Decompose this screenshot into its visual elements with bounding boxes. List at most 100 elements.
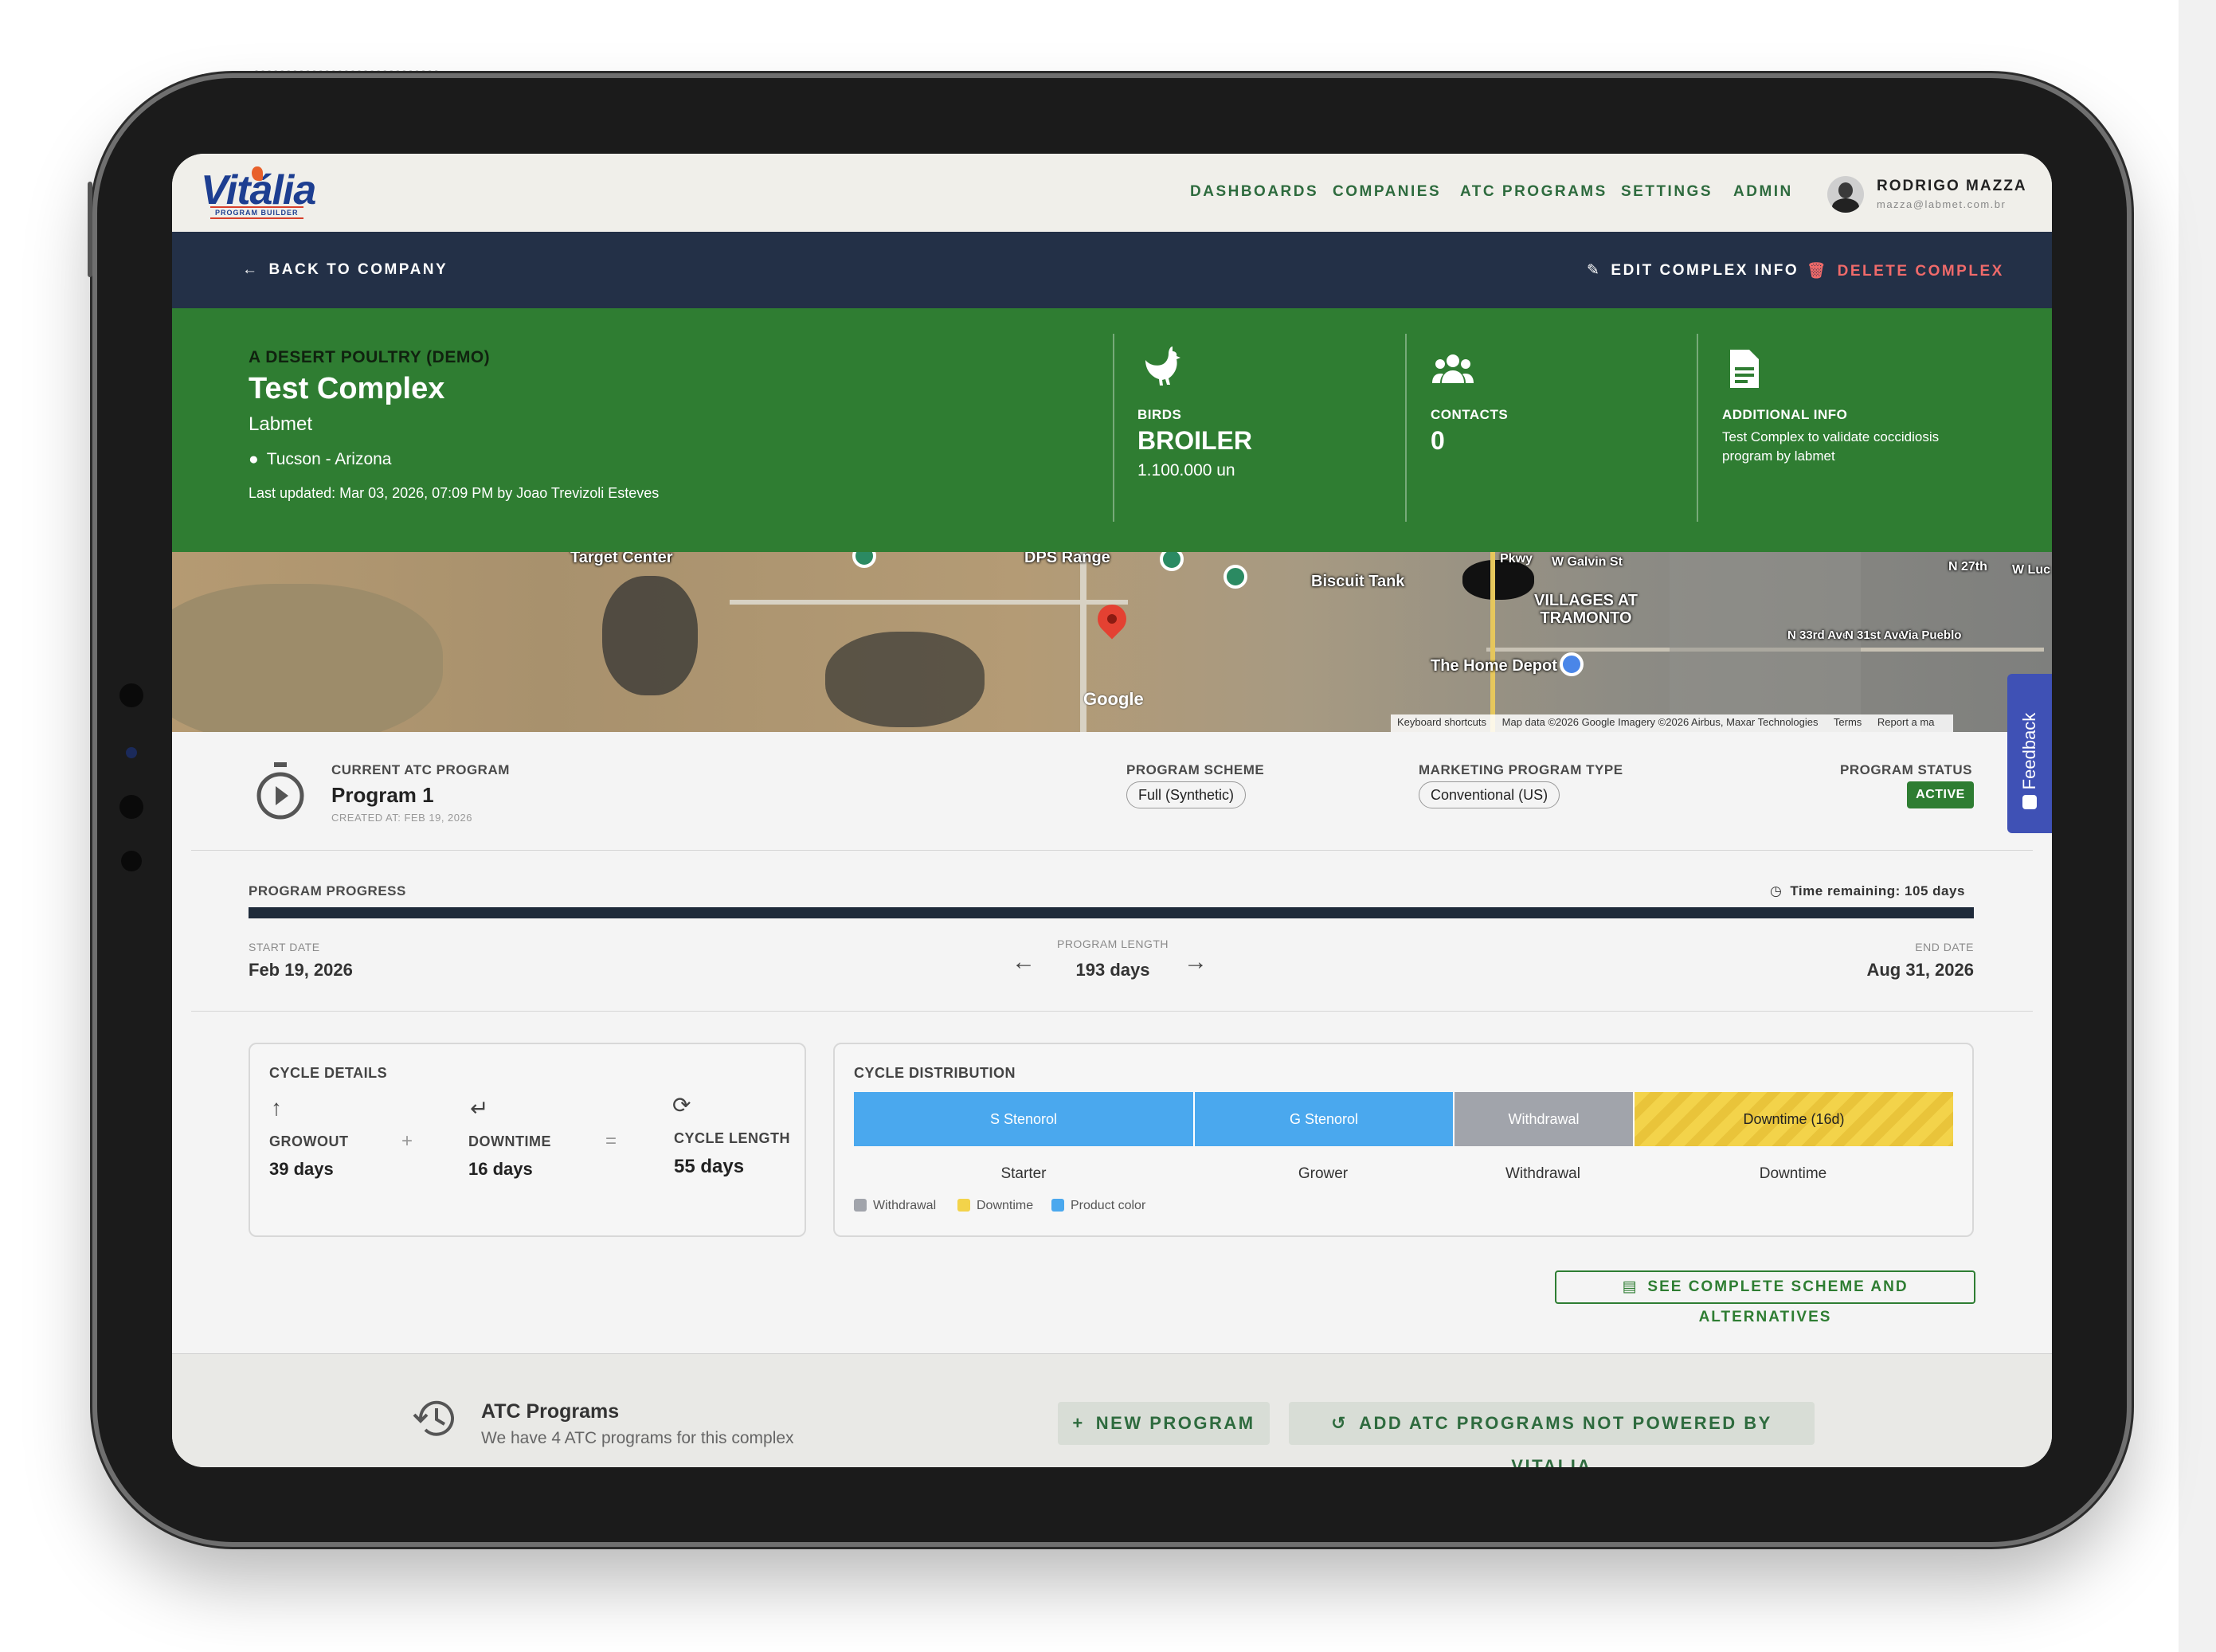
marketing-type-label: MARKETING PROGRAM TYPE (1419, 762, 1623, 777)
cycle-distribution-card: CYCLE DISTRIBUTION S Stenorol G Stenorol… (833, 1043, 1974, 1237)
additional-info-text: Test Complex to validate coccidiosis pro… (1722, 429, 1940, 464)
map-poi-icon[interactable] (852, 552, 876, 568)
atc-programs-title: ATC Programs (481, 1400, 620, 1423)
report-link[interactable]: Report a ma (1877, 716, 1935, 728)
map-label: W Galvin St (1552, 555, 1623, 569)
legend-downtime: Downtime (957, 1199, 1033, 1213)
arrow-up-icon: ↑ (271, 1095, 282, 1120)
program-name: Program 1 (331, 783, 434, 807)
map-label: Biscuit Tank (1311, 573, 1405, 590)
map-label: N 27th (1948, 560, 1987, 574)
divider (191, 850, 2033, 851)
history-icon (413, 1400, 454, 1436)
plus-sign: + (401, 1130, 413, 1152)
arrow-left-icon: ← (1012, 949, 1036, 975)
phase-label-withdrawal: Withdrawal (1505, 1165, 1580, 1182)
map-poi-icon[interactable] (1223, 565, 1247, 589)
current-program-label: CURRENT ATC PROGRAM (331, 762, 510, 777)
map-label: N 33rd Ave (1787, 628, 1850, 642)
nav-settings[interactable]: SETTINGS (1621, 183, 1713, 201)
map-pin-icon: ● (249, 450, 259, 468)
add-external-programs-button[interactable]: ↺ ADD ATC PROGRAMS NOT POWERED BY VITALIA (1289, 1402, 1815, 1467)
turn-down-icon: ↵ (470, 1096, 489, 1121)
map-attribution: Keyboard shortcuts Map data ©2026 Google… (1391, 714, 1954, 732)
user-name[interactable]: RODRIGO MAZZA (1877, 178, 2027, 195)
legend-label: Withdrawal (873, 1199, 937, 1212)
end-date-value: Aug 31, 2026 (1866, 960, 1974, 980)
map-label: The Home Depot (1431, 657, 1557, 675)
cycle-distribution-title: CYCLE DISTRIBUTION (854, 1065, 1016, 1081)
nav-atc-programs[interactable]: ATC PROGRAMS (1460, 183, 1607, 201)
map-highway (1490, 552, 1495, 732)
program-length-label: PROGRAM LENGTH (1056, 938, 1169, 950)
map-label: Pkwy (1500, 552, 1533, 566)
segment-downtime[interactable]: Downtime (16d) (1633, 1092, 1953, 1146)
complex-action-bar: ← BACK TO COMPANY ✎ EDIT COMPLEX INFO 🗑 DEL… (172, 232, 2052, 308)
tablet-sensor (119, 683, 143, 707)
company-name: A DESERT POULTRY (DEMO) (249, 348, 491, 366)
growout-label: GROWOUT (269, 1133, 349, 1149)
plus-icon: + (1072, 1413, 1085, 1433)
cycle-details-title: CYCLE DETAILS (269, 1065, 388, 1081)
cycle-length-value: 55 days (674, 1156, 745, 1177)
feedback-tab[interactable]: Feedback (2007, 674, 2052, 833)
contacts-count: 0 (1431, 426, 1445, 455)
map-road (730, 600, 1128, 605)
birds-label: BIRDS (1137, 407, 1182, 422)
map-neighborhood (1670, 552, 1861, 732)
new-program-button[interactable]: + NEW PROGRAM (1058, 1402, 1270, 1445)
nav-dashboards[interactable]: DASHBOARDS (1190, 183, 1318, 201)
edit-complex-button[interactable]: ✎ EDIT COMPLEX INFO (1587, 261, 1799, 280)
complex-location: ● Tucson - Arizona (249, 450, 391, 469)
legend-swatch (957, 1199, 970, 1212)
map-label: N 31st Ave (1845, 628, 1905, 642)
segment-grower[interactable]: G Stenorol (1193, 1092, 1453, 1146)
birds-type: BROILER (1137, 426, 1252, 455)
phase-label-downtime: Downtime (1759, 1165, 1827, 1182)
complex-summary-panel: A DESERT POULTRY (DEMO) Test Complex Lab… (172, 308, 2052, 552)
vitalia-logo[interactable]: Vitália PROGRAM BUILDER (201, 166, 328, 219)
arrow-right-icon: → (1184, 949, 1208, 975)
keyboard-shortcuts-link[interactable]: Keyboard shortcuts (1397, 716, 1486, 728)
google-logo: Google (1083, 689, 1144, 709)
segment-withdrawal[interactable]: Withdrawal (1453, 1092, 1633, 1146)
complex-location-pin-icon[interactable] (1091, 598, 1133, 640)
cycle-length-label: CYCLE LENGTH (674, 1130, 791, 1146)
feedback-smile-icon (2022, 795, 2037, 809)
add-external-programs-label: ADD ATC PROGRAMS NOT POWERED BY VITALIA (1359, 1413, 1772, 1467)
program-created: CREATED AT: FEB 19, 2026 (331, 812, 472, 824)
map-label: DPS Range (1024, 552, 1110, 566)
avatar[interactable] (1827, 176, 1864, 213)
complex-subtitle: Labmet (249, 413, 313, 435)
contacts-icon (1432, 354, 1474, 383)
map-shop-icon[interactable] (1560, 652, 1584, 676)
terms-link[interactable]: Terms (1834, 716, 1862, 728)
legend-label: Downtime (977, 1199, 1034, 1212)
program-progress-fill (249, 907, 1974, 918)
map-label: W Luc (2012, 563, 2050, 577)
legend-label: Product color (1071, 1199, 1146, 1212)
tablet-sensor (121, 851, 142, 871)
legend-swatch (854, 1199, 867, 1212)
divider (1113, 334, 1114, 522)
downtime-label: DOWNTIME (468, 1133, 551, 1149)
back-to-company-button[interactable]: ← BACK TO COMPANY (242, 261, 448, 279)
nav-admin[interactable]: ADMIN (1733, 183, 1793, 201)
map-label: Via Pueblo (1901, 628, 1962, 642)
delete-complex-button[interactable]: 🗑 DELETE COMPLEX (1807, 261, 2004, 280)
downtime-value: 16 days (468, 1159, 533, 1179)
new-program-label: NEW PROGRAM (1095, 1413, 1255, 1433)
current-program-section: CURRENT ATC PROGRAM Program 1 CREATED AT… (172, 732, 2052, 1349)
see-complete-scheme-button[interactable]: ▤ SEE COMPLETE SCHEME AND ALTERNATIVES (1555, 1270, 1975, 1325)
complex-map[interactable]: Target Center DPS Range Biscuit Tank W G… (172, 552, 2052, 732)
back-to-company-label: BACK TO COMPANY (268, 261, 448, 278)
map-label: VILLAGES AT TRAMONTO (1534, 592, 1638, 627)
edit-complex-label: EDIT COMPLEX INFO (1611, 262, 1799, 279)
tablet-sensor (119, 795, 143, 819)
segment-starter[interactable]: S Stenorol (854, 1092, 1193, 1146)
start-date-label: START DATE (249, 941, 320, 953)
program-status-label: PROGRAM STATUS (1840, 762, 1972, 777)
last-updated: Last updated: Mar 03, 2026, 07:09 PM by … (249, 485, 660, 501)
nav-companies[interactable]: COMPANIES (1333, 183, 1441, 201)
map-poi-icon[interactable] (1160, 552, 1184, 571)
